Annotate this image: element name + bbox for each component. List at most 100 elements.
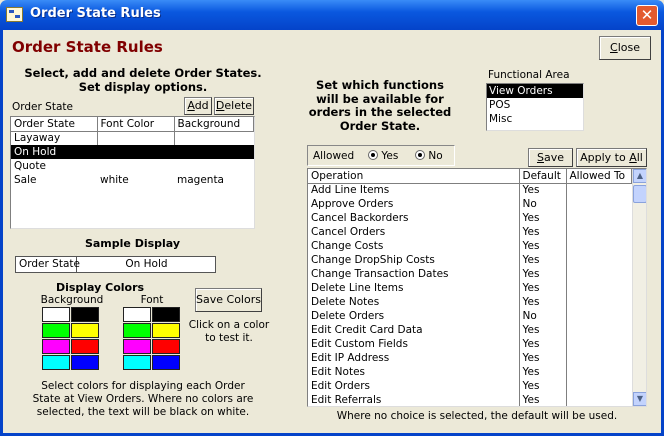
table-row[interactable]: Delete Line Items Yes (308, 281, 632, 295)
table-row[interactable]: Edit Referrals Yes (308, 393, 632, 406)
background-color-palette (42, 307, 100, 373)
operation-cell: Change DropShip Costs (308, 253, 520, 267)
color-swatch[interactable] (152, 339, 180, 354)
allowed-option-group: Allowed Yes No (307, 145, 455, 166)
yes-option[interactable]: Yes (368, 150, 398, 162)
color-swatch[interactable] (42, 323, 70, 338)
order-state-header-row: Order State Font Color Background (11, 117, 254, 132)
table-row[interactable]: Edit Credit Card Data Yes (308, 323, 632, 337)
font-label: Font (140, 294, 164, 306)
column-header: Font Color (97, 117, 175, 132)
allowed-label: Allowed (313, 150, 355, 162)
table-row[interactable]: Delete Notes Yes (308, 295, 632, 309)
color-swatch[interactable] (42, 355, 70, 370)
background-cell (174, 131, 254, 145)
color-swatch[interactable] (42, 339, 70, 354)
operation-cell: Edit IP Address (308, 351, 520, 365)
operations-list[interactable]: Operation Default Allowed To Add Line It… (307, 168, 647, 407)
order-state-table: Order State Font Color Background Layawa… (11, 117, 254, 187)
table-row[interactable]: Change Transaction Dates Yes (308, 267, 632, 281)
form-icon (6, 7, 23, 22)
add-button[interactable]: Add (184, 97, 212, 115)
allowed-to-cell (566, 239, 632, 253)
table-row[interactable]: Edit Custom Fields Yes (308, 337, 632, 351)
operation-cell: Edit Referrals (308, 393, 520, 406)
table-row[interactable]: Edit Orders Yes (308, 379, 632, 393)
table-row[interactable]: Cancel Orders Yes (308, 225, 632, 239)
default-cell: Yes (519, 379, 567, 393)
apply-to-all-button[interactable]: Apply to All (576, 148, 647, 167)
operation-cell: Edit Custom Fields (308, 337, 520, 351)
default-cell: Yes (519, 267, 567, 281)
operation-cell: Edit Orders (308, 379, 520, 393)
color-swatch[interactable] (71, 339, 99, 354)
font-cell: white (100, 174, 129, 186)
font-cell (97, 131, 175, 145)
close-button[interactable]: Close (599, 36, 651, 60)
table-row[interactable]: Sale white magenta (11, 173, 254, 187)
functional-area-list[interactable]: View Orders POS Misc (486, 83, 584, 131)
default-cell: Yes (519, 225, 567, 239)
allowed-to-cell (566, 281, 632, 295)
default-cell: Yes (519, 337, 567, 351)
state-cell: Quote (14, 160, 46, 172)
background-label: Background (40, 294, 104, 306)
state-cell: Sale (14, 174, 37, 186)
order-state-list-label: Order State (12, 101, 73, 113)
allowed-to-cell (566, 267, 632, 281)
color-swatch[interactable] (152, 307, 180, 322)
color-swatch[interactable] (123, 307, 151, 322)
table-row[interactable]: Layaway (11, 131, 254, 145)
scroll-thumb[interactable] (633, 185, 646, 203)
color-swatch[interactable] (71, 323, 99, 338)
table-row[interactable]: Add Line Items Yes (308, 183, 632, 197)
allowed-to-cell (566, 197, 632, 211)
scroll-down-icon[interactable]: ▼ (633, 392, 646, 406)
title-bar[interactable]: Order State Rules ✕ (0, 0, 664, 30)
color-swatch[interactable] (152, 355, 180, 370)
allowed-to-cell (566, 295, 632, 309)
default-cell: Yes (519, 295, 567, 309)
color-swatch[interactable] (42, 307, 70, 322)
yes-radio[interactable] (368, 150, 378, 160)
background-cell: magenta (177, 174, 224, 186)
operation-cell: Change Transaction Dates (308, 267, 520, 281)
table-row[interactable]: Edit IP Address Yes (308, 351, 632, 365)
order-state-list[interactable]: Order State Font Color Background Layawa… (10, 116, 255, 229)
default-cell: Yes (519, 253, 567, 267)
functional-area-item-misc[interactable]: Misc (487, 112, 583, 126)
color-swatch[interactable] (123, 323, 151, 338)
color-swatch[interactable] (123, 355, 151, 370)
scroll-up-icon[interactable]: ▲ (633, 169, 646, 183)
default-footer-note: Where no choice is selected, the default… (336, 410, 618, 422)
table-row[interactable]: Quote (11, 159, 254, 173)
sample-label: Order State (16, 257, 80, 272)
window-close-button[interactable]: ✕ (636, 5, 658, 26)
color-swatch[interactable] (71, 355, 99, 370)
save-colors-button[interactable]: Save Colors (195, 288, 262, 312)
table-row[interactable]: Approve Orders No (308, 197, 632, 211)
table-row[interactable]: Change Costs Yes (308, 239, 632, 253)
default-cell: No (519, 309, 567, 323)
no-option[interactable]: No (415, 150, 443, 162)
operations-scrollbar[interactable]: ▲ ▼ (632, 169, 646, 406)
save-button[interactable]: Save (528, 148, 573, 167)
operation-cell: Delete Line Items (308, 281, 520, 295)
color-swatch[interactable] (71, 307, 99, 322)
column-header: Operation (308, 169, 520, 184)
operations-table: Operation Default Allowed To Add Line It… (308, 169, 632, 406)
click-color-hint: Click on a color to test it. (188, 319, 270, 344)
color-swatch[interactable] (152, 323, 180, 338)
table-row[interactable]: Delete Orders No (308, 309, 632, 323)
functional-area-item-pos[interactable]: POS (487, 98, 583, 112)
table-row[interactable]: Cancel Backorders Yes (308, 211, 632, 225)
table-row[interactable]: Change DropShip Costs Yes (308, 253, 632, 267)
table-row[interactable]: Edit Notes Yes (308, 365, 632, 379)
color-help-text: Select colors for displaying each Order … (32, 380, 254, 418)
delete-button[interactable]: Delete (214, 97, 254, 115)
color-swatch[interactable] (123, 339, 151, 354)
functional-area-item-view-orders[interactable]: View Orders (487, 84, 583, 98)
table-row-selected[interactable]: On Hold (11, 145, 254, 159)
operation-cell: Cancel Orders (308, 225, 520, 239)
no-radio[interactable] (415, 150, 425, 160)
